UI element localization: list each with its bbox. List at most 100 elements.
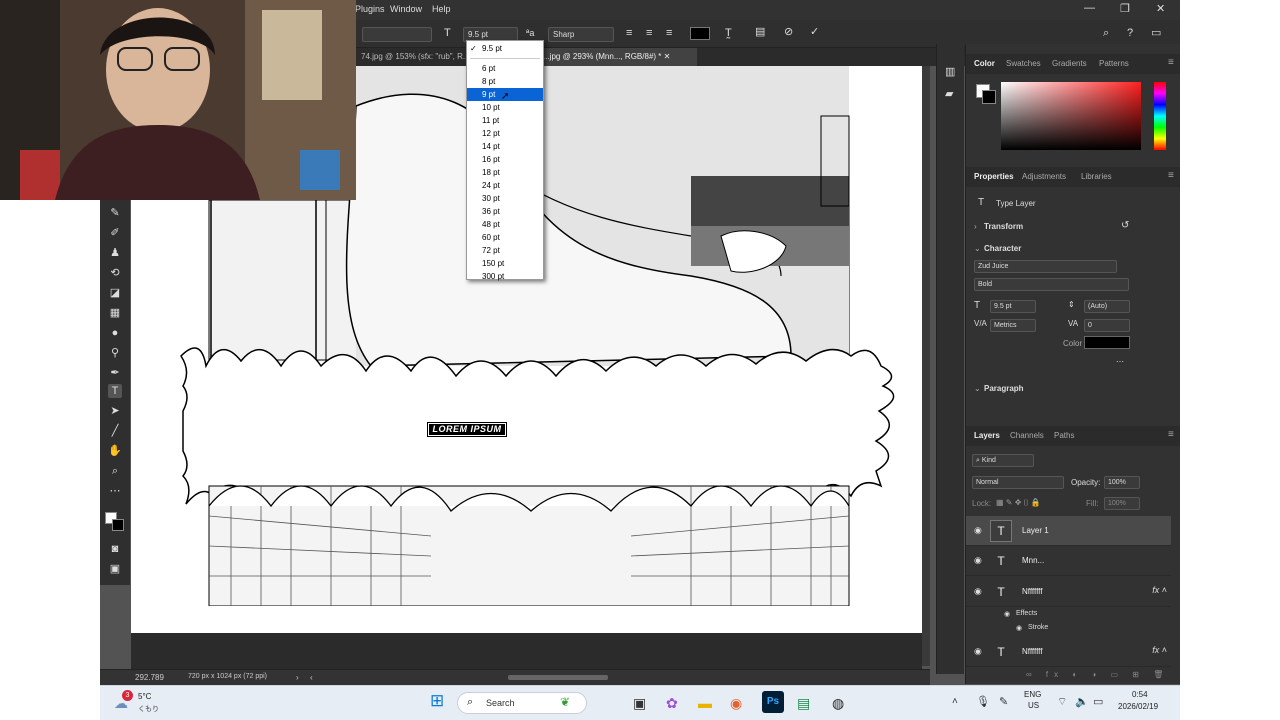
align-right-icon[interactable]: ≡ bbox=[666, 27, 672, 39]
layer-name[interactable]: Nfffffff bbox=[1022, 647, 1042, 656]
effects-fx-icon[interactable]: fx ˄ bbox=[1152, 585, 1167, 595]
dropdown-option[interactable]: 300 pt bbox=[467, 270, 543, 283]
canvas-text-layer[interactable]: LOREM IPSUM bbox=[427, 422, 507, 437]
tab-patterns[interactable]: Patterns bbox=[1099, 59, 1129, 68]
eyedropper-tool-icon[interactable]: ✎ bbox=[108, 206, 122, 220]
wifi-icon[interactable]: ⌔ bbox=[1057, 695, 1067, 709]
notes-app-icon[interactable]: ▤ bbox=[797, 695, 810, 711]
font-style-select[interactable] bbox=[362, 27, 432, 42]
dropdown-option[interactable]: 12 pt bbox=[467, 127, 543, 140]
minimize-button[interactable]: — bbox=[1084, 2, 1095, 14]
dodge-tool-icon[interactable]: ⚲ bbox=[108, 346, 122, 360]
dropdown-option[interactable]: 150 pt bbox=[467, 257, 543, 270]
dropdown-option[interactable]: 36 pt bbox=[467, 205, 543, 218]
tab-swatches[interactable]: Swatches bbox=[1006, 59, 1041, 68]
align-center-icon[interactable]: ≡ bbox=[646, 27, 652, 39]
background-color[interactable] bbox=[112, 519, 124, 531]
tab-libraries[interactable]: Libraries bbox=[1081, 172, 1112, 181]
blend-mode-select[interactable]: Normal bbox=[972, 476, 1064, 489]
dropdown-option[interactable]: 6 pt bbox=[467, 62, 543, 75]
layer-row[interactable]: ◉ T Mnn... bbox=[966, 546, 1171, 576]
fill-field[interactable]: 100% bbox=[1104, 497, 1140, 510]
dropdown-option[interactable]: 72 pt bbox=[467, 244, 543, 257]
character-chevron-icon[interactable]: ⌄ bbox=[974, 244, 981, 253]
tab-close-icon[interactable]: ✕ bbox=[664, 52, 671, 61]
dropdown-option[interactable]: 10 pt bbox=[467, 101, 543, 114]
visibility-eye-icon[interactable]: ◉ bbox=[974, 525, 982, 536]
weather-desc[interactable]: くもり bbox=[138, 704, 159, 714]
comments-panel-icon[interactable]: ▰ bbox=[945, 88, 953, 100]
type-tool-icon[interactable]: T bbox=[108, 384, 122, 398]
tab-layers[interactable]: Layers bbox=[974, 431, 1000, 440]
quick-mask-icon[interactable]: ◙ bbox=[108, 542, 122, 556]
hscroll-left-icon[interactable]: ‹ bbox=[310, 673, 313, 682]
effects-eye-icon[interactable]: ◉ bbox=[1004, 610, 1010, 618]
history-panel-icon[interactable]: ▥ bbox=[945, 66, 955, 78]
effects-fx-icon[interactable]: fx ˄ bbox=[1152, 645, 1167, 655]
maximize-button[interactable]: ❐ bbox=[1120, 2, 1130, 15]
weather-temp[interactable]: 5°C bbox=[138, 692, 151, 701]
file-explorer-icon[interactable]: ▬ bbox=[698, 695, 712, 711]
tracking-field[interactable]: 0 bbox=[1084, 319, 1130, 332]
dropdown-option[interactable]: 30 pt bbox=[467, 192, 543, 205]
dropdown-current[interactable]: ✓ 9.5 pt bbox=[467, 42, 543, 55]
line-tool-icon[interactable]: ╱ bbox=[108, 424, 122, 438]
clock-time[interactable]: 0:54 bbox=[1132, 690, 1148, 699]
search-icon[interactable]: ⌕ bbox=[1103, 27, 1109, 39]
dropdown-option[interactable]: 11 pt bbox=[467, 114, 543, 127]
history-brush-icon[interactable]: ⟲ bbox=[108, 266, 122, 280]
transform-section[interactable]: Transform bbox=[984, 222, 1023, 231]
more-tools-icon[interactable]: ⋯ bbox=[108, 484, 122, 498]
stamp-tool-icon[interactable]: ♟ bbox=[108, 246, 122, 260]
volume-icon[interactable]: 🔈 bbox=[1075, 695, 1089, 708]
layer-name[interactable]: Nfffffff bbox=[1022, 587, 1042, 596]
layer-row[interactable]: ◉ T Nfffffff fx ˄ bbox=[966, 577, 1171, 607]
dropdown-option[interactable]: 8 pt bbox=[467, 75, 543, 88]
warp-text-icon[interactable]: T̰ bbox=[725, 27, 732, 39]
stroke-eye-icon[interactable]: ◉ bbox=[1016, 624, 1022, 632]
task-view-icon[interactable]: ▣ bbox=[633, 695, 646, 711]
text-color-field[interactable] bbox=[1084, 336, 1130, 349]
close-button[interactable]: ✕ bbox=[1156, 2, 1165, 15]
firefox-icon[interactable]: ◉ bbox=[730, 695, 742, 711]
color-bg-swatch[interactable] bbox=[982, 90, 996, 104]
menu-window[interactable]: Window bbox=[390, 4, 422, 14]
dropdown-option[interactable]: 18 pt bbox=[467, 166, 543, 179]
transform-chevron-icon[interactable]: › bbox=[974, 222, 977, 231]
tab-gradients[interactable]: Gradients bbox=[1052, 59, 1087, 68]
screen-mode-icon[interactable]: ▣ bbox=[108, 562, 122, 576]
layer-name[interactable]: Layer 1 bbox=[1022, 526, 1049, 535]
menu-help[interactable]: Help bbox=[432, 4, 451, 14]
leading-field[interactable]: (Auto) bbox=[1084, 300, 1130, 313]
font-size-dropdown[interactable]: ✓ 9.5 pt 6 pt 8 pt 9 pt 10 pt 11 pt 12 pt… bbox=[466, 40, 544, 283]
text-color-swatch[interactable] bbox=[690, 27, 710, 40]
dropdown-option[interactable]: 24 pt bbox=[467, 179, 543, 192]
layer-name[interactable]: Mnn... bbox=[1022, 556, 1044, 565]
copilot-icon[interactable]: ✿ bbox=[666, 695, 678, 711]
character-panel-icon[interactable]: ▤ bbox=[755, 26, 765, 38]
more-options-icon[interactable]: ⋯ bbox=[1116, 357, 1124, 366]
photoshop-taskbar-icon[interactable]: Ps bbox=[762, 691, 784, 713]
tab-document-2[interactable]: ...jpg @ 293% (Mnn..., RGB/8#) * ✕ bbox=[537, 48, 697, 66]
font-family-select[interactable]: Zud Juice bbox=[974, 260, 1117, 273]
dropdown-option[interactable]: 60 pt bbox=[467, 231, 543, 244]
status-next-icon[interactable]: › bbox=[296, 673, 299, 682]
commit-icon[interactable]: ✓ bbox=[810, 26, 819, 38]
visibility-eye-icon[interactable]: ◉ bbox=[974, 555, 982, 566]
dropdown-option[interactable]: 48 pt bbox=[467, 218, 543, 231]
tab-adjustments[interactable]: Adjustments bbox=[1022, 172, 1066, 181]
pen-tool-icon[interactable]: ✒ bbox=[108, 366, 122, 380]
chat-app-icon[interactable]: ◍ bbox=[832, 695, 844, 711]
prop-font-size[interactable]: 9.5 pt bbox=[990, 300, 1036, 313]
clock-date[interactable]: 2026/02/19 bbox=[1118, 702, 1158, 711]
tab-color[interactable]: Color bbox=[974, 59, 995, 68]
tab-channels[interactable]: Channels bbox=[1010, 431, 1044, 440]
visibility-eye-icon[interactable]: ◉ bbox=[974, 586, 982, 597]
reset-transform-icon[interactable]: ↺ bbox=[1121, 220, 1129, 231]
hue-slider[interactable] bbox=[1154, 82, 1166, 150]
lock-icons[interactable]: ▦ ✎ ✥ ⌷ 🔒 bbox=[996, 498, 1041, 508]
tab-properties[interactable]: Properties bbox=[974, 172, 1014, 181]
visibility-eye-icon[interactable]: ◉ bbox=[974, 646, 982, 657]
brush-tool-icon[interactable]: ✐ bbox=[108, 226, 122, 240]
windows-start-icon[interactable]: ⊞ bbox=[430, 692, 444, 709]
